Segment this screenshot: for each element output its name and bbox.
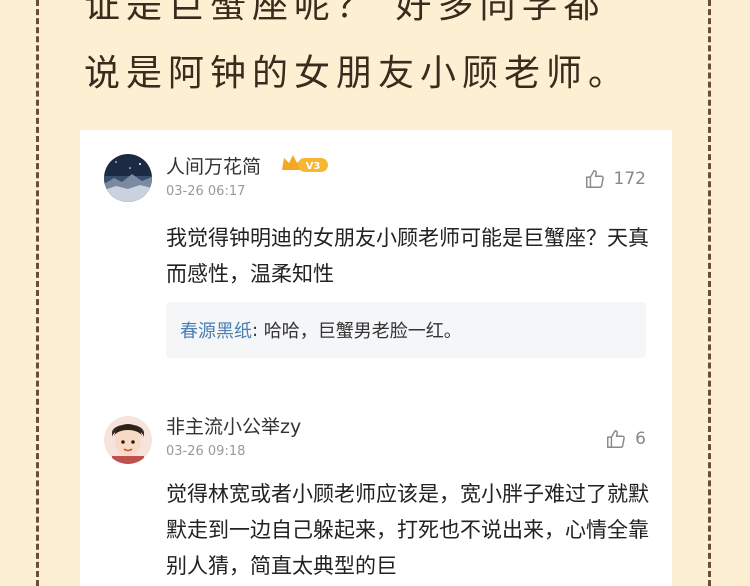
like-count: 6 xyxy=(635,429,646,449)
header-text-line1: 证是巨蟹座呢？ 好多同学都 xyxy=(84,0,606,26)
comment-card: 人间万花简 V3 03-26 06:17 172 我觉得钟明迪的女朋友小顾老师可… xyxy=(80,130,672,586)
avatar-night-sky-image xyxy=(104,154,152,202)
username[interactable]: 非主流小公举zy xyxy=(166,412,301,439)
comment-text: 觉得林宽或者小顾老师应该是，宽小胖子难过了就默默走到一边自己躲起来，打死也不说出… xyxy=(166,482,649,578)
avatar[interactable] xyxy=(104,416,152,464)
thumbs-up-icon xyxy=(585,170,604,188)
avatar[interactable] xyxy=(104,154,152,202)
crown-icon: V3 xyxy=(280,152,330,174)
comment-text: 我觉得钟明迪的女朋友小顾老师可能是巨蟹座？天真而感性，温柔知性 xyxy=(166,226,649,286)
header-text-line2: 说是阿钟的女朋友小顾老师。 xyxy=(84,53,631,94)
dashed-frame-left xyxy=(36,0,39,586)
reply-username[interactable]: 春源黑纸 xyxy=(180,317,252,343)
timestamp: 03-26 06:17 xyxy=(166,184,246,199)
reply-separator: : xyxy=(252,319,264,341)
username[interactable]: 人间万花简 xyxy=(166,152,261,179)
dashed-frame-right xyxy=(708,0,711,586)
avatar-cartoon-image xyxy=(104,416,152,464)
vip-badge-label: V3 xyxy=(306,161,321,172)
like-button[interactable]: 6 xyxy=(605,428,646,450)
reply-text: 哈哈，巨蟹男老脸一红。 xyxy=(263,321,462,342)
thumbs-up-icon xyxy=(607,430,625,448)
reply-preview[interactable]: 春源黑纸 : 哈哈，巨蟹男老脸一红。 xyxy=(166,302,646,358)
like-button[interactable]: 172 xyxy=(584,168,646,190)
like-count: 172 xyxy=(613,169,646,189)
timestamp: 03-26 09:18 xyxy=(166,444,246,459)
